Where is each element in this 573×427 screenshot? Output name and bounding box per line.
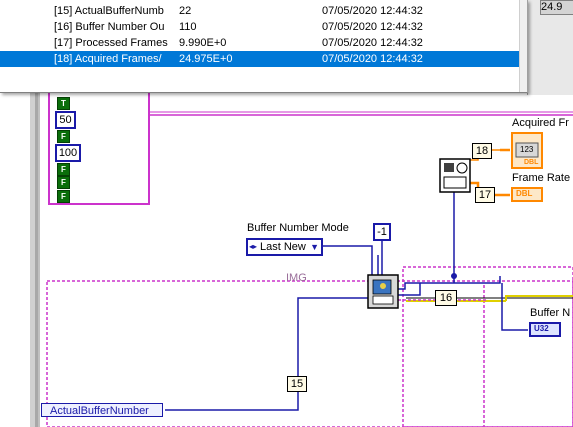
list-item-value: 9.990E+0	[179, 37, 227, 49]
buffer-mode-value: Last New	[260, 241, 306, 253]
list-item-value: 110	[179, 21, 197, 33]
frame-rate-dbl[interactable]: DBL	[516, 189, 532, 198]
buffer-number-label: Buffer N	[530, 307, 571, 319]
actual-buffer-number-terminal[interactable]: ActualBufferNumber	[41, 403, 163, 417]
ring-arrows-icon: ◂▸	[249, 242, 258, 251]
buffer-mode-label: Buffer Number Mode	[247, 222, 349, 234]
listbox-scrollbar[interactable]	[519, 0, 527, 92]
indicator-123: 123	[520, 145, 534, 154]
numeric-constant[interactable]: 50	[55, 111, 76, 129]
list-item-time: 07/05/2020 12:44:32	[322, 5, 423, 17]
frame-rate-label: Frame Rate	[512, 172, 571, 184]
list-item[interactable]: [16] Buffer Number Ou 110 07/05/2020 12:…	[0, 19, 519, 35]
list-item[interactable]: [15] ActualBufferNumb 22 07/05/2020 12:4…	[0, 3, 519, 19]
boolean-constant[interactable]: F	[57, 163, 70, 176]
list-item-selected[interactable]: [18] Acquired Frames/ 24.975E+0 07/05/20…	[0, 51, 519, 67]
property-index-18[interactable]: 18	[472, 143, 492, 159]
list-item-time: 07/05/2020 12:44:32	[322, 21, 423, 33]
dbl-tag: DBL	[524, 159, 539, 166]
list-item[interactable]: [17] Processed Frames 9.990E+0 07/05/202…	[0, 35, 519, 51]
list-item-name: [15] ActualBufferNumb	[54, 5, 164, 17]
chevron-down-icon: ▼	[310, 242, 319, 252]
property-index-15[interactable]: 15	[287, 376, 307, 392]
right-panel-value: 24.9	[540, 0, 573, 15]
buffer-number-u32[interactable]: U32	[534, 324, 549, 333]
boolean-constant[interactable]: F	[57, 190, 70, 203]
boolean-constant[interactable]: F	[57, 130, 70, 143]
list-item-value: 22	[179, 5, 192, 17]
numeric-constant[interactable]: 100	[55, 144, 81, 162]
property-index-16[interactable]: 16	[435, 290, 457, 306]
img-label: IMG	[286, 272, 307, 284]
boolean-constant[interactable]: T	[57, 97, 70, 110]
list-item-name: [18] Acquired Frames/	[54, 53, 162, 65]
acquired-frames-label: Acquired Fr	[512, 117, 569, 129]
list-item-time: 07/05/2020 12:44:32	[322, 53, 423, 65]
buffer-mode-ring[interactable]: ◂▸ Last New ▼	[246, 238, 323, 256]
list-item-name: [16] Buffer Number Ou	[54, 21, 165, 33]
actual-buffer-number-label: ActualBufferNumber	[50, 405, 149, 417]
right-panel: 24.9	[527, 0, 573, 95]
list-item-value: 24.975E+0	[179, 53, 233, 65]
numeric-constant-minus1[interactable]: -1	[373, 223, 391, 241]
list-item-name: [17] Processed Frames	[54, 37, 168, 49]
history-listbox[interactable]: [15] ActualBufferNumb 22 07/05/2020 12:4…	[0, 0, 528, 93]
property-index-17[interactable]: 17	[475, 187, 495, 203]
list-item-time: 07/05/2020 12:44:32	[322, 37, 423, 49]
boolean-constant[interactable]: F	[57, 176, 70, 189]
